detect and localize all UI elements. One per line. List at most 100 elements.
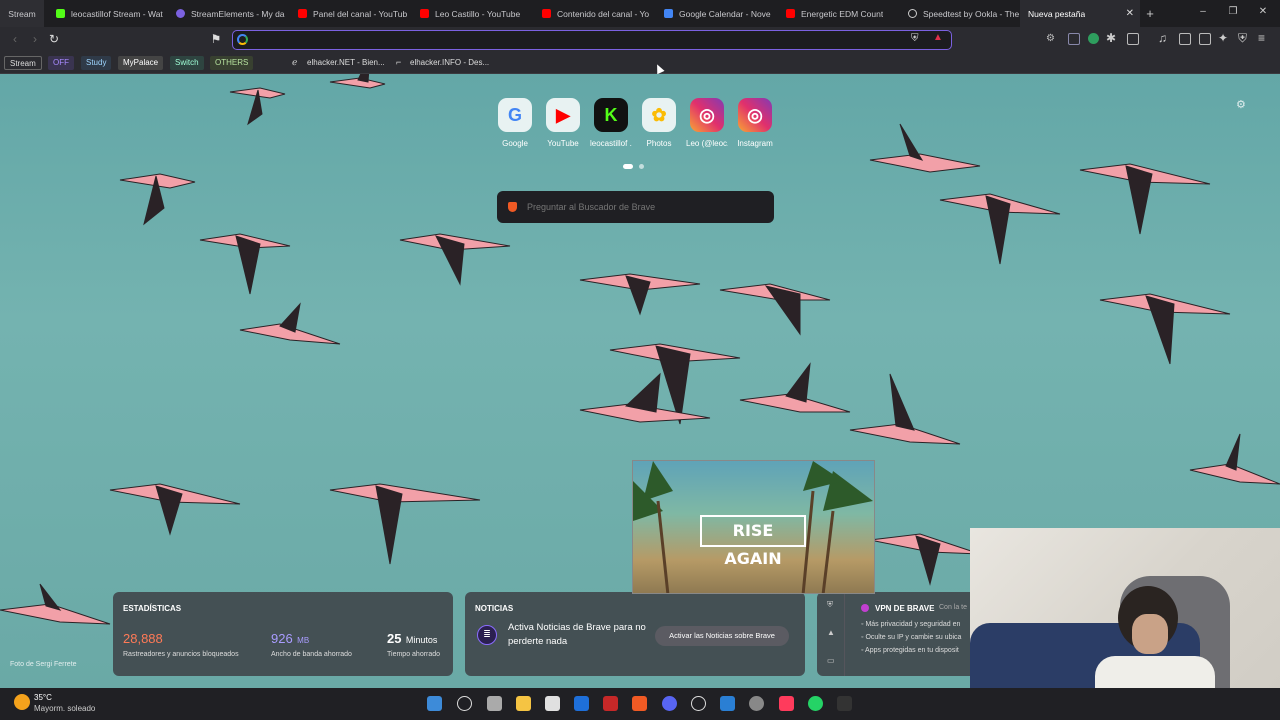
bookmark-stream[interactable]: Stream	[4, 56, 42, 70]
speedtest-icon	[908, 9, 917, 18]
wallet-icon[interactable]	[1127, 33, 1139, 45]
tab-streamelements[interactable]: StreamElements - My da	[166, 0, 288, 27]
obs-icon[interactable]	[691, 696, 706, 711]
bandwidth-count: 926	[271, 631, 293, 646]
customize-gear-icon[interactable]: ⚙	[1236, 98, 1246, 111]
photo-credit[interactable]: Foto de Sergi Ferrete	[10, 661, 77, 668]
wallet-icon[interactable]	[1199, 33, 1211, 45]
flamingo	[0, 583, 111, 625]
vpn-shield-icon[interactable]: ⛨	[827, 600, 833, 610]
brave-shields-icon[interactable]: ⛨	[911, 33, 919, 44]
bookmark-elhacker-net[interactable]: elhacker.NET - Bien...	[302, 56, 390, 70]
epic-games-icon[interactable]	[837, 696, 852, 711]
app-icon[interactable]	[603, 696, 618, 711]
flamingo	[1189, 433, 1280, 485]
brave-rewards-icon[interactable]: ▲	[933, 32, 943, 43]
brave-browser-icon[interactable]	[632, 696, 647, 711]
activate-news-button[interactable]: Activar las Noticias sobre Brave	[655, 626, 789, 646]
menu-icon[interactable]: ≡	[1258, 31, 1265, 45]
extension-icon[interactable]: ⚙	[1046, 33, 1055, 44]
youtube-icon	[786, 9, 795, 18]
bookmark-others[interactable]: OTHERS	[210, 56, 254, 70]
file-explorer-icon[interactable]	[516, 696, 531, 711]
tiktok-icon[interactable]	[779, 696, 794, 711]
close-tab-icon[interactable]: ✕	[1126, 8, 1134, 19]
forward-icon[interactable]: ›	[28, 32, 42, 46]
tab-strip: Stream leocastillof Stream - Wat StreamE…	[0, 0, 1280, 27]
tab-google-calendar[interactable]: Google Calendar - Nove	[654, 0, 776, 27]
shortcut-photos[interactable]: ✿ Photos	[638, 98, 680, 148]
settings-icon[interactable]	[749, 696, 764, 711]
shortcut-label: YouTube	[547, 139, 579, 148]
bookmark-icon[interactable]: ⚑	[209, 32, 223, 46]
maximize-button[interactable]: ❐	[1223, 6, 1243, 17]
flamingo	[739, 362, 851, 413]
whatsapp-icon[interactable]	[808, 696, 823, 711]
bookmark-switch[interactable]: Switch	[170, 56, 204, 70]
tab-new-tab[interactable]: Nueva pestaña ✕	[1020, 0, 1140, 27]
bookmarks-bar: Stream OFF Study MyPalace Switch OTHERS …	[0, 52, 1280, 121]
shortcut-google[interactable]: G Google	[494, 98, 536, 148]
weather-desc[interactable]: Mayorm. soleado	[34, 704, 95, 713]
flamingo	[579, 273, 701, 316]
leo-ai-icon[interactable]: ✦	[1218, 31, 1228, 45]
instagram-icon: ◎	[738, 98, 772, 132]
windows-start-icon[interactable]	[427, 696, 442, 711]
bookmark-off[interactable]: OFF	[48, 56, 74, 70]
tab-stream[interactable]: Stream	[0, 0, 44, 27]
tab-kick[interactable]: leocastillof Stream - Wat	[44, 0, 166, 27]
weather-temp[interactable]: 35°C	[34, 693, 52, 702]
tab-energetic-edm[interactable]: Energetic EDM Count	[776, 0, 898, 27]
vpn-card: ⛨ ▲ ▭ VPN DE BRAVE Con la te ◦ Más priva…	[817, 592, 987, 676]
flamingo	[119, 173, 196, 226]
shortcut-kick[interactable]: Kleocastillof ...	[590, 98, 632, 148]
tab-speedtest[interactable]: Speedtest by Ookla - The	[898, 0, 1020, 27]
window-close-button[interactable]: ✕	[1253, 6, 1273, 17]
brave-search-box[interactable]	[497, 191, 774, 223]
extension-icon[interactable]	[1068, 33, 1080, 45]
new-tab-button[interactable]: +	[1140, 6, 1160, 21]
flamingo	[399, 233, 511, 286]
sidebar-icon[interactable]	[1179, 33, 1191, 45]
search-input[interactable]	[527, 202, 757, 212]
bookmark-study[interactable]: Study	[81, 56, 112, 70]
task-view-icon[interactable]	[487, 696, 502, 711]
vpn-logo-icon	[861, 604, 869, 612]
vscode-icon[interactable]	[720, 696, 735, 711]
flamingo	[1099, 293, 1231, 365]
vpn-icon[interactable]: ⛨	[1238, 31, 1247, 46]
vpn-screen-icon[interactable]: ▭	[827, 656, 835, 665]
extension-icon[interactable]	[1088, 33, 1099, 44]
shortcut-leo-instagram[interactable]: ◎ Leo (@leoc...	[686, 98, 728, 148]
tab-youtube-panel[interactable]: Panel del canal - YouTub	[288, 0, 410, 27]
bookmark-elhacker-info[interactable]: elhacker.INFO - Des...	[405, 56, 494, 70]
puzzle-icon[interactable]: ✱	[1106, 31, 1116, 45]
back-icon[interactable]: ‹	[8, 32, 22, 46]
flamingo	[579, 372, 711, 423]
shortcut-youtube[interactable]: ▶ YouTube	[542, 98, 584, 148]
store-icon[interactable]	[545, 696, 560, 711]
address-bar[interactable]: ⛨ ▲	[232, 30, 952, 50]
shortcut-label: leocastillof ...	[590, 139, 632, 148]
search-icon[interactable]	[457, 696, 472, 711]
app-icon[interactable]	[574, 696, 589, 711]
vpn-item: ◦ Más privacidad y seguridad en	[861, 621, 961, 628]
video-overlay[interactable]: RISE AGAIN	[632, 460, 875, 594]
address-input[interactable]	[255, 33, 905, 47]
page-dot-active[interactable]	[623, 164, 633, 169]
tab-youtube-leo[interactable]: Leo Castillo - YouTube	[410, 0, 532, 27]
youtube-icon	[542, 9, 551, 18]
discord-icon[interactable]	[662, 696, 677, 711]
minimize-button[interactable]: –	[1193, 6, 1213, 17]
tab-youtube-content[interactable]: Contenido del canal - Yo	[532, 0, 654, 27]
elhacker-icon: ⌐	[396, 57, 402, 67]
reload-icon[interactable]: ↻	[47, 32, 61, 46]
vpn-alert-icon[interactable]: ▲	[827, 628, 835, 637]
shortcut-instagram[interactable]: ◎ Instagram	[734, 98, 776, 148]
music-icon[interactable]: ♫	[1158, 31, 1167, 45]
news-title: NOTICIAS	[475, 604, 514, 613]
page-dot[interactable]	[639, 164, 644, 169]
bookmark-mypalace[interactable]: MyPalace	[118, 56, 164, 70]
photos-icon: ✿	[642, 98, 676, 132]
tab-label: Google Calendar - Nove	[679, 8, 771, 19]
